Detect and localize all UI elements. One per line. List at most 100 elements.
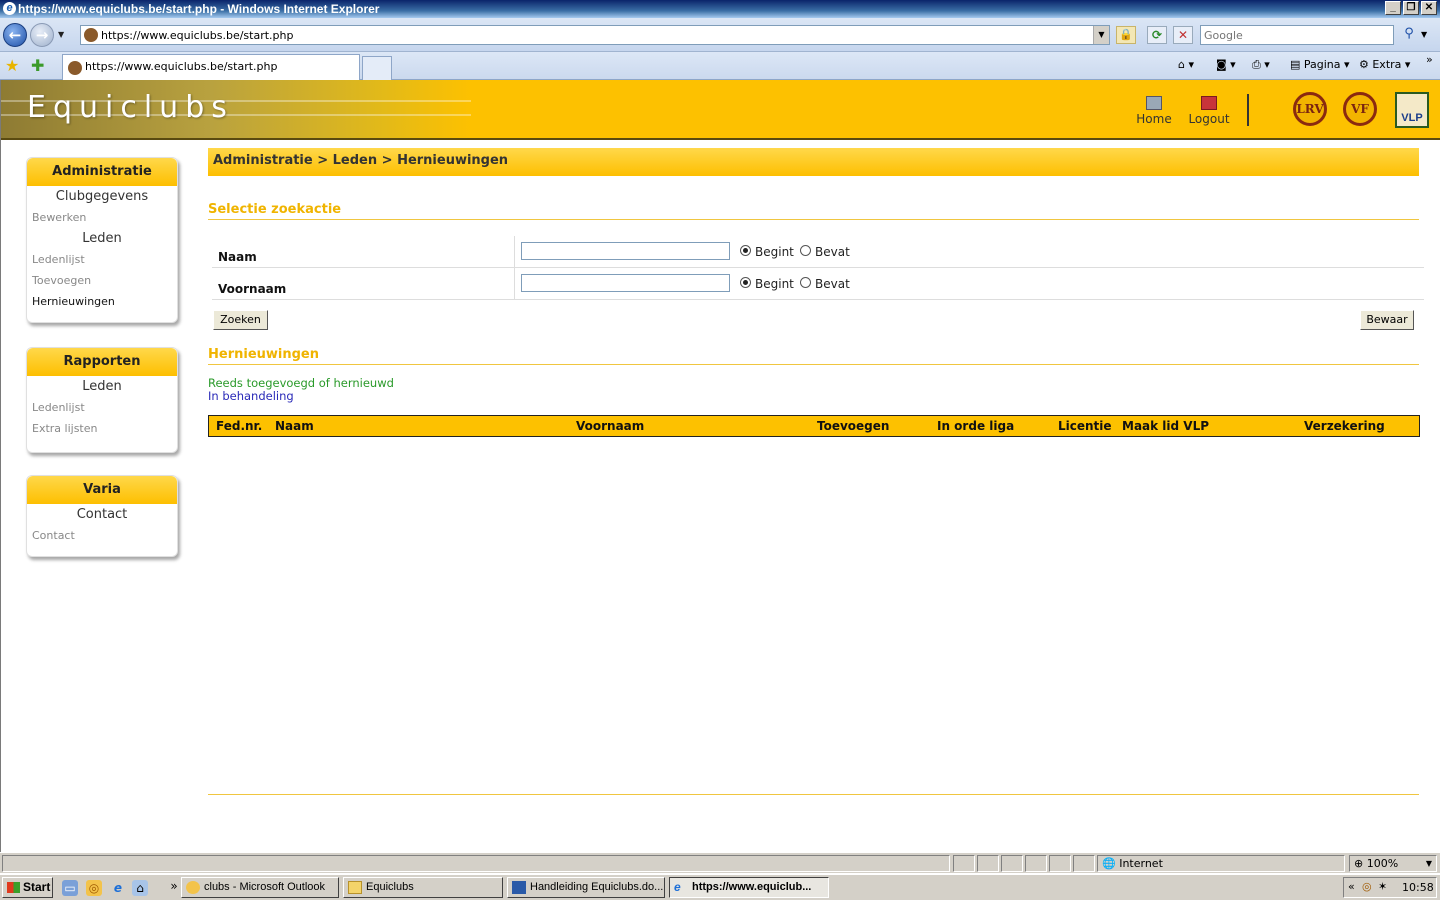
sidebar-item-rapport-ledenlijst[interactable]: Ledenlijst (27, 397, 177, 418)
tab-equiclubs[interactable]: https://www.equiclubs.be/start.php (62, 54, 360, 80)
column-verzekering[interactable]: Verzekering (1304, 419, 1385, 433)
column-fednr[interactable]: Fed.nr. (216, 419, 262, 433)
windows-taskbar: Start ▭ ◎ e ⌂ » clubs - Microsoft Outloo… (0, 874, 1440, 900)
feeds-icon[interactable]: ◙ ▾ (1216, 58, 1236, 71)
sidebar-header-administratie: Administratie (27, 158, 177, 186)
sidebar-item-ledenlijst[interactable]: Ledenlijst (27, 249, 177, 270)
outlook-quicklaunch-icon[interactable]: ◎ (86, 880, 102, 896)
close-button[interactable]: ✕ (1421, 1, 1437, 15)
naam-begint-radio[interactable] (740, 245, 751, 256)
sidebar-header-rapporten: Rapporten (27, 348, 177, 376)
search-row-voornaam: Voornaam Begint Bevat (212, 268, 1424, 300)
task-outlook[interactable]: clubs - Microsoft Outlook (181, 877, 339, 898)
add-favorite-icon[interactable]: ✚ (31, 56, 44, 75)
column-maak-lid-vlp[interactable]: Maak lid VLP (1122, 419, 1209, 433)
naam-label: Naam (218, 250, 257, 264)
task-label: Handleiding Equiclubs.do... (530, 881, 664, 893)
search-icon[interactable]: ⚲ (1398, 25, 1420, 45)
stop-icon[interactable]: ✕ (1173, 26, 1193, 44)
task-internet-explorer[interactable]: e https://www.equiclub... (669, 877, 829, 898)
naam-bevat-radio[interactable] (800, 245, 811, 256)
search-input[interactable] (1201, 26, 1393, 44)
column-toevoegen[interactable]: Toevoegen (817, 419, 889, 433)
refresh-icon[interactable]: ⟳ (1147, 26, 1167, 44)
explorer-quicklaunch-icon[interactable]: ⌂ (132, 880, 148, 896)
forward-button[interactable]: → (30, 23, 54, 47)
tray-expand-icon[interactable]: « (1348, 880, 1355, 893)
sidebar-group-leden-rapporten: Leden (82, 379, 122, 394)
address-input[interactable] (101, 27, 1081, 43)
sidebar-item-bewerken[interactable]: Bewerken (27, 207, 177, 228)
voornaam-begint-radio[interactable] (740, 277, 751, 288)
start-label: Start (23, 880, 51, 894)
column-in-orde-liga[interactable]: In orde liga (937, 419, 1014, 433)
voornaam-bevat-label: Bevat (815, 277, 850, 291)
globe-icon: 🌐 (1102, 857, 1116, 870)
header-divider (1247, 94, 1249, 126)
start-button[interactable]: Start (2, 877, 53, 898)
logout-link[interactable]: Logout (1187, 96, 1231, 126)
sidebar-item-extra-lijsten[interactable]: Extra lijsten (27, 418, 177, 439)
search-box[interactable] (1200, 25, 1394, 45)
chevron-down-icon: ▼ (1425, 859, 1432, 868)
window-controls: _ ❐ ✕ (1385, 1, 1437, 15)
home-icon[interactable]: ⌂ ▾ (1178, 58, 1194, 71)
extra-menu[interactable]: ⚙ Extra ▾ (1359, 58, 1410, 71)
sidebar-rapporten: Rapporten Leden Ledenlijst Extra lijsten (26, 347, 178, 453)
security-zone[interactable]: 🌐 Internet (1097, 855, 1345, 872)
naam-begint-label: Begint (755, 245, 794, 259)
print-icon[interactable]: ⎙ ▾ (1252, 58, 1270, 72)
bewaar-button[interactable]: Bewaar (1360, 310, 1414, 330)
federation-logo-2: VF (1343, 92, 1377, 126)
minimize-button[interactable]: _ (1385, 1, 1401, 15)
search-row-naam: Naam Begint Bevat (212, 236, 1424, 268)
sidebar-administratie: Administratie Clubgegevens Bewerken Lede… (26, 157, 178, 323)
site-favicon-icon (68, 61, 82, 75)
history-dropdown-icon[interactable]: ▼ (58, 30, 70, 40)
chevron-more-icon[interactable]: » (166, 878, 182, 894)
search-form: Naam Begint Bevat Voornaam Begint Bevat (212, 236, 1424, 300)
task-equiclubs-folder[interactable]: Equiclubs (343, 877, 503, 898)
sidebar-item-contact[interactable]: Contact (27, 525, 177, 546)
chevron-more-icon[interactable]: » (1426, 53, 1433, 66)
voornaam-bevat-radio[interactable] (800, 277, 811, 288)
column-licentie[interactable]: Licentie (1058, 419, 1112, 433)
zoom-control[interactable]: ⊕ 100% ▼ (1349, 855, 1437, 872)
naam-input[interactable] (521, 242, 730, 260)
address-bar[interactable]: ▼ (80, 25, 1110, 45)
lock-icon[interactable]: 🔒 (1116, 26, 1136, 44)
windows-logo-icon (7, 882, 20, 893)
legend-done: Reeds toegevoegd of hernieuwd (208, 376, 394, 390)
sidebar-group-leden: Leden (82, 231, 122, 246)
sidebar-group-clubgegevens: Clubgegevens (55, 189, 149, 204)
site-title: Equiclubs (27, 90, 234, 125)
address-dropdown-icon[interactable]: ▼ (1093, 26, 1109, 44)
site-favicon-icon (84, 28, 98, 42)
system-tray: « ◎ ✶ 10:58 (1343, 877, 1437, 898)
show-desktop-icon[interactable]: ▭ (62, 880, 78, 896)
network-tray-icon[interactable]: ✶ (1378, 880, 1387, 893)
page-menu-label: Pagina (1303, 58, 1341, 71)
page-menu[interactable]: ▤ Pagina ▾ (1290, 58, 1350, 71)
outlook-tray-icon[interactable]: ◎ (1362, 880, 1372, 893)
new-tab-button[interactable] (362, 56, 392, 80)
sidebar-varia: Varia Contact Contact (26, 475, 178, 557)
favorites-star-icon[interactable]: ★ (5, 56, 19, 75)
search-dropdown-icon[interactable]: ▼ (1421, 30, 1427, 39)
ie-quicklaunch-icon[interactable]: e (110, 880, 126, 896)
home-link[interactable]: Home (1135, 96, 1173, 126)
sidebar-item-toevoegen[interactable]: Toevoegen (27, 270, 177, 291)
results-table-header: Fed.nr. Naam Voornaam Toevoegen In orde … (208, 415, 1420, 437)
voornaam-input[interactable] (521, 274, 730, 292)
clock[interactable]: 10:58 (1402, 881, 1434, 894)
column-naam[interactable]: Naam (275, 419, 314, 433)
column-voornaam[interactable]: Voornaam (576, 419, 644, 433)
restore-button[interactable]: ❐ (1403, 1, 1419, 15)
back-button[interactable]: ← (3, 23, 27, 47)
window-title: https://www.equiclubs.be/start.php - Win… (18, 2, 380, 16)
sidebar-item-hernieuwingen[interactable]: Hernieuwingen (27, 291, 177, 312)
home-icon (1146, 96, 1162, 110)
voornaam-begint-label: Begint (755, 277, 794, 291)
zoeken-button[interactable]: Zoeken (213, 310, 268, 330)
task-word-document[interactable]: Handleiding Equiclubs.do... (507, 877, 665, 898)
